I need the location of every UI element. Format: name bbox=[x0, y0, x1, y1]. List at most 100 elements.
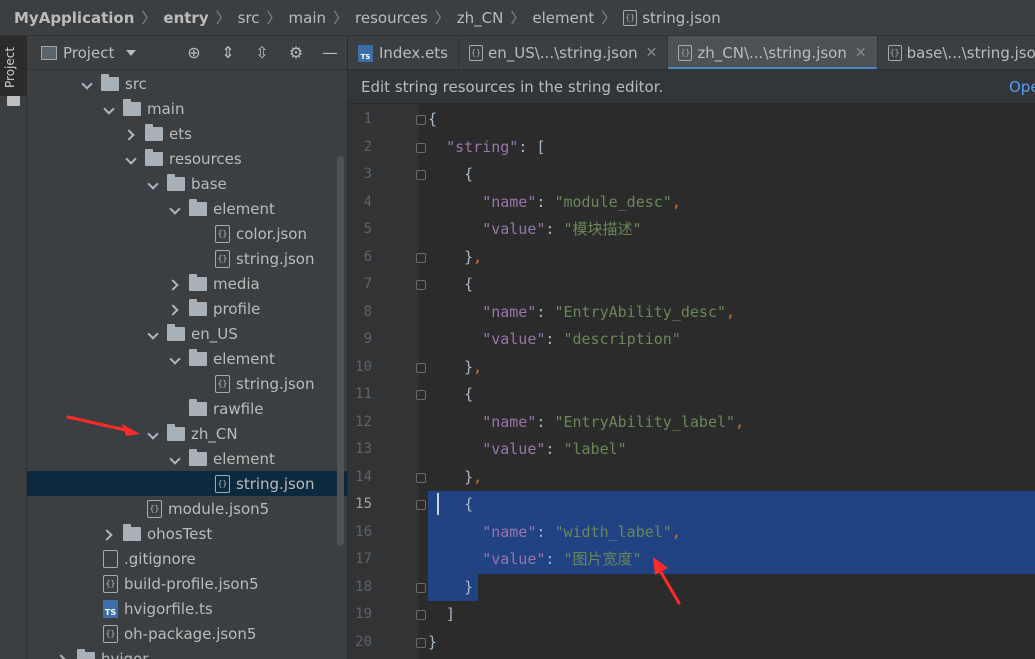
breadcrumb-item[interactable]: MyApplication bbox=[14, 9, 134, 27]
tab-label: Index.ets bbox=[379, 44, 448, 62]
close-icon[interactable]: ✕ bbox=[646, 45, 658, 61]
tree-item[interactable]: element bbox=[27, 446, 347, 471]
chevron-right-icon[interactable] bbox=[125, 128, 137, 140]
fold-marker-icon[interactable] bbox=[416, 252, 426, 263]
tree-scrollbar[interactable] bbox=[337, 156, 344, 546]
editor-notification-bar: Edit string resources in the string edit… bbox=[348, 70, 1035, 104]
fold-marker-icon[interactable] bbox=[416, 500, 426, 510]
gear-icon[interactable]: ⚙ bbox=[287, 44, 305, 62]
breadcrumb-separator: 〉 bbox=[601, 9, 617, 27]
project-view-selector[interactable]: Project bbox=[63, 44, 114, 62]
project-view-icon bbox=[41, 45, 57, 60]
breadcrumb-label: entry bbox=[163, 8, 209, 27]
tree-item[interactable]: hvigor bbox=[27, 646, 347, 659]
fold-marker-icon[interactable] bbox=[416, 582, 426, 593]
breadcrumb-item[interactable]: zh_CN bbox=[457, 9, 504, 27]
fold-marker-icon[interactable] bbox=[416, 472, 426, 483]
locate-file-icon[interactable]: ⊕ bbox=[185, 44, 203, 62]
chevron-down-icon[interactable] bbox=[147, 328, 159, 340]
folder-icon bbox=[189, 398, 207, 416]
chevron-right-icon[interactable] bbox=[169, 278, 181, 290]
folder-icon bbox=[189, 273, 207, 291]
breadcrumb-item[interactable]: main bbox=[289, 9, 326, 27]
minimize-icon[interactable]: — bbox=[321, 44, 339, 62]
tree-item[interactable]: main bbox=[27, 96, 347, 121]
breadcrumb-item[interactable]: entry bbox=[163, 9, 208, 27]
chevron-down-icon[interactable] bbox=[81, 78, 93, 90]
fold-marker-icon[interactable] bbox=[416, 115, 426, 125]
json-file-icon: {} bbox=[147, 499, 162, 518]
code-editor[interactable]: 1 2 3 4 5 6 7 8 9 10 11 12 13 14 15 16 17 18 19 20 { "strin… bbox=[348, 104, 1035, 659]
tree-item-label: build-profile.json5 bbox=[124, 574, 259, 593]
fold-marker-icon[interactable] bbox=[416, 390, 426, 400]
fold-marker-icon[interactable] bbox=[416, 280, 426, 290]
tree-item[interactable]: {} module.json5 bbox=[27, 496, 347, 521]
tree-item[interactable]: {} string.json bbox=[27, 471, 347, 496]
fold-marker-icon[interactable] bbox=[416, 610, 426, 620]
line-number: 19 bbox=[355, 606, 372, 622]
chevron-right-icon[interactable] bbox=[103, 528, 115, 540]
breadcrumb-separator: 〉 bbox=[333, 9, 349, 27]
json-file-icon: {} bbox=[887, 45, 902, 61]
breadcrumb-item[interactable]: resources bbox=[355, 9, 428, 27]
tool-window-strip: Project bbox=[0, 36, 27, 659]
expand-all-icon[interactable]: ⇕ bbox=[219, 44, 237, 62]
tree-item[interactable]: element bbox=[27, 346, 347, 371]
tree-item[interactable]: .gitignore bbox=[27, 546, 347, 571]
editor-tabs: TS Index.ets{} en_US\...\string.json ✕{} zh_… bbox=[348, 36, 1035, 70]
tree-item[interactable]: resources bbox=[27, 146, 347, 171]
tree-item[interactable]: base bbox=[27, 171, 347, 196]
editor-tab[interactable]: {} base\...\string.json bbox=[878, 36, 1035, 69]
chevron-down-icon[interactable] bbox=[125, 153, 137, 165]
fold-marker-icon[interactable] bbox=[416, 142, 426, 153]
tree-item[interactable]: media bbox=[27, 271, 347, 296]
fold-marker-icon[interactable] bbox=[416, 637, 426, 648]
tree-item[interactable]: TS hvigorfile.ts bbox=[27, 596, 347, 621]
chevron-down-icon[interactable] bbox=[147, 178, 159, 190]
close-icon[interactable]: ✕ bbox=[855, 45, 867, 61]
open-editor-link[interactable]: Open editor bbox=[1009, 70, 1035, 104]
tree-item[interactable]: {} oh-package.json5 bbox=[27, 621, 347, 646]
tree-item-label: string.json bbox=[236, 374, 315, 393]
tree-item[interactable]: element bbox=[27, 196, 347, 221]
project-tool-button[interactable]: Project bbox=[0, 36, 27, 106]
chevron-down-icon[interactable] bbox=[103, 103, 115, 115]
fold-marker-icon[interactable] bbox=[416, 170, 426, 180]
chevron-down-icon[interactable] bbox=[169, 353, 181, 365]
tree-item[interactable]: src bbox=[27, 71, 347, 96]
collapse-all-icon[interactable]: ⇳ bbox=[253, 44, 271, 62]
tree-item[interactable]: profile bbox=[27, 296, 347, 321]
chevron-right-icon[interactable] bbox=[169, 303, 181, 315]
fold-marker-icon[interactable] bbox=[416, 362, 426, 373]
tree-item[interactable]: ets bbox=[27, 121, 347, 146]
editor-tab[interactable]: {} zh_CN\...\string.json ✕ bbox=[668, 36, 878, 69]
chevron-down-icon[interactable] bbox=[147, 428, 159, 440]
breadcrumb-item[interactable]: {} string.json bbox=[623, 9, 721, 27]
line-number: 3 bbox=[363, 166, 372, 182]
folder-icon bbox=[123, 523, 141, 541]
tree-item[interactable]: {} color.json bbox=[27, 221, 347, 246]
tree-item[interactable]: ohosTest bbox=[27, 521, 347, 546]
tree-item[interactable]: {} string.json bbox=[27, 246, 347, 271]
tree-item[interactable]: en_US bbox=[27, 321, 347, 346]
chevron-down-icon[interactable] bbox=[126, 49, 137, 56]
folder-icon bbox=[167, 323, 185, 341]
breadcrumb-item[interactable]: element bbox=[532, 9, 594, 27]
editor-tab[interactable]: TS Index.ets bbox=[348, 36, 459, 69]
tree-item-label: element bbox=[213, 349, 275, 368]
editor-tab[interactable]: {} en_US\...\string.json ✕ bbox=[459, 36, 669, 69]
notification-message: Edit string resources in the string edit… bbox=[361, 77, 664, 96]
text-caret bbox=[437, 493, 439, 515]
chevron-down-icon[interactable] bbox=[169, 453, 181, 465]
code-line: "name": "width_label", bbox=[482, 522, 681, 541]
line-number: 2 bbox=[363, 138, 372, 155]
line-number: 10 bbox=[355, 358, 372, 375]
chevron-down-icon[interactable] bbox=[169, 203, 181, 215]
line-number: 20 bbox=[355, 633, 372, 650]
tree-item[interactable]: {} string.json bbox=[27, 371, 347, 396]
line-number: 9 bbox=[363, 331, 372, 347]
chevron-right-icon[interactable] bbox=[57, 653, 69, 659]
tree-item[interactable]: {} build-profile.json5 bbox=[27, 571, 347, 596]
breadcrumb-item[interactable]: src bbox=[238, 9, 260, 27]
tree-item-label: color.json bbox=[236, 224, 307, 243]
